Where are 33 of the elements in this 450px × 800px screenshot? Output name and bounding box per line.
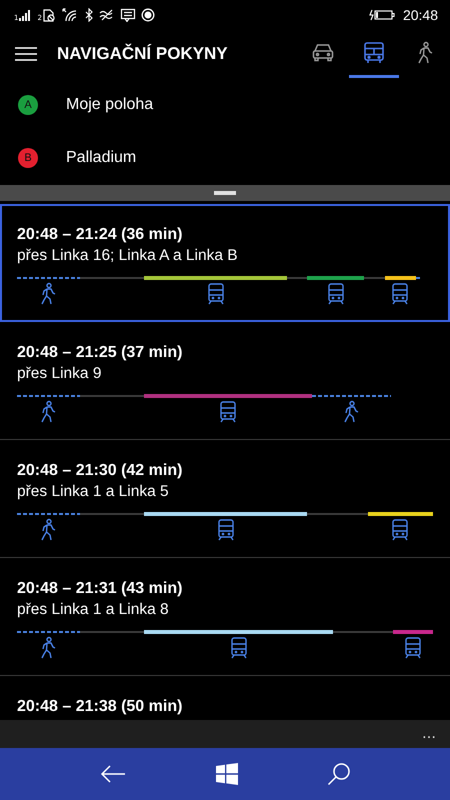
route-lines: přes Linka 9 xyxy=(17,364,102,384)
drag-handle-icon[interactable] xyxy=(214,191,236,195)
bluetooth-icon xyxy=(84,8,94,22)
route-time: 20:48 – 21:30 (42 min) xyxy=(17,461,184,481)
message-icon xyxy=(120,8,136,22)
clock-time: 20:48 xyxy=(402,7,438,23)
route-card[interactable]: 20:48 – 21:31 (43 min) přes Linka 1 a Linka 8 xyxy=(0,558,450,676)
windows-start-icon[interactable] xyxy=(216,763,238,785)
signal-icon xyxy=(18,8,32,22)
bus-icon xyxy=(362,40,386,64)
route-card[interactable]: 20:48 – 21:24 (36 min) přes Linka 16; Linka A a Linka B xyxy=(0,204,450,322)
page-title: NAVIGAČNÍ POKYNY xyxy=(57,44,229,64)
route-time: 20:48 – 21:31 (43 min) xyxy=(17,579,184,599)
menu-icon[interactable] xyxy=(15,46,37,62)
search-icon[interactable] xyxy=(326,762,351,786)
no-sim-icon xyxy=(42,8,56,22)
location-marker: B xyxy=(18,148,38,168)
location-marker: A xyxy=(18,94,38,114)
route-card[interactable]: 20:48 – 21:30 (42 min) přes Linka 1 a Linka 5 xyxy=(0,440,450,558)
route-lines: přes Linka 16; Linka A a Linka B xyxy=(17,246,239,266)
battery-icon xyxy=(368,8,395,22)
back-icon[interactable] xyxy=(99,763,128,785)
route-lines: přes Linka 1 a Linka 5 xyxy=(17,482,170,502)
route-lines: přes Linka 1 a Linka 8 xyxy=(17,600,170,620)
location-field[interactable]: Moje poloha xyxy=(66,96,154,114)
route-time: 20:48 – 21:24 (36 min) xyxy=(17,225,184,245)
location-field[interactable]: Palladium xyxy=(66,148,136,166)
route-time: 20:48 – 21:25 (37 min) xyxy=(17,343,184,363)
route-time: 20:48 – 21:38 (50 min) xyxy=(17,697,184,717)
wifi-icon xyxy=(60,8,79,22)
location-icon xyxy=(140,8,155,22)
more-button[interactable]: … xyxy=(422,726,436,742)
route-card[interactable]: 20:48 – 21:25 (37 min) přes Linka 9 xyxy=(0,322,450,440)
